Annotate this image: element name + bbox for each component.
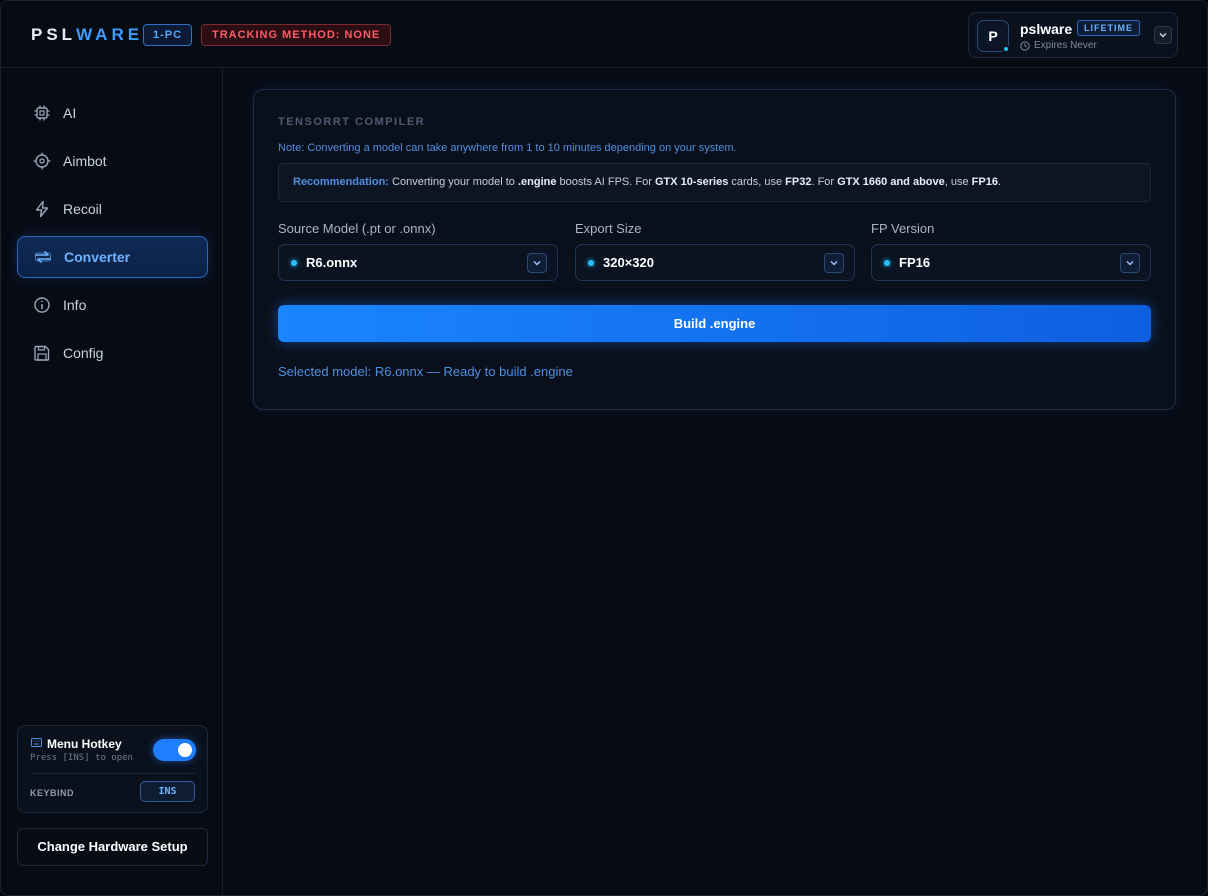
sidebar-item-label: Recoil [63, 201, 102, 217]
chevron-down-icon [1126, 261, 1134, 266]
export-size-label: Export Size [575, 221, 642, 236]
crosshair-icon [33, 152, 51, 170]
dropdown-button[interactable] [1120, 253, 1140, 273]
sidebar-item-label: Info [63, 297, 87, 313]
recommendation-text: cards, use [728, 176, 786, 188]
chevron-down-icon [830, 261, 838, 266]
recommendation-highlight: FP16 [971, 176, 998, 188]
keyboard-icon [31, 738, 42, 747]
fp-version-label: FP Version [871, 221, 935, 236]
brand-text-part2: WARE [76, 25, 144, 44]
cpu-icon [34, 105, 50, 121]
sidebar-item-ai[interactable]: AI [17, 92, 208, 134]
sidebar-item-aimbot[interactable]: Aimbot [17, 140, 208, 182]
sidebar-item-label: AI [63, 105, 77, 121]
build-status-text: Selected model: R6.onnx — Ready to build… [278, 364, 573, 379]
expiry-info: Expires Never [1020, 40, 1097, 51]
sidebar-item-label: Converter [64, 249, 131, 265]
panel-title: TENSORRT COMPILER [278, 116, 426, 128]
dropdown-button[interactable] [527, 253, 547, 273]
hotkey-toggle[interactable] [153, 739, 196, 761]
keybind-button[interactable]: INS [140, 781, 195, 802]
app-window: PSL WARE 1-PC TRACKING METHOD: NONE P psl… [0, 0, 1208, 896]
recommendation-text: . [997, 176, 1002, 188]
chevron-down-icon [533, 261, 541, 266]
recommendation-highlight: .engine [517, 176, 557, 188]
export-size-value: 320×320 [603, 255, 654, 270]
expiry-text: Expires Never [1034, 40, 1097, 51]
info-icon [34, 297, 50, 313]
recommendation-highlight: GTX 1660 and above [837, 176, 945, 188]
sidebar: AI Aimbot Recoil Converter Info Config M… [1, 68, 223, 895]
clock-icon [1020, 40, 1030, 51]
lightning-icon [35, 200, 49, 218]
sidebar-item-config[interactable]: Config [17, 332, 208, 374]
sidebar-item-info[interactable]: Info [17, 284, 208, 326]
brand-text-part1: PSL [31, 25, 77, 44]
keybind-label: KEYBIND [30, 788, 75, 798]
convert-arrows-icon [34, 251, 52, 263]
username: pslware [1020, 21, 1073, 37]
sidebar-item-label: Aimbot [63, 153, 107, 169]
recommendation-highlight: FP32 [785, 176, 812, 188]
change-hardware-button[interactable]: Change Hardware Setup [17, 828, 208, 866]
recommendation-highlight: GTX 10-series [654, 176, 729, 188]
avatar-letter: P [988, 28, 998, 44]
export-size-select[interactable]: 320×320 [575, 244, 855, 281]
user-account-menu[interactable]: P pslware LIFETIME Expires Never [968, 12, 1178, 58]
recommendation-text: boosts AI FPS. For [556, 176, 655, 188]
recommendation-text: . For [811, 176, 838, 188]
brand-logo: PSL WARE [31, 25, 143, 45]
status-dot [884, 259, 890, 266]
status-dot [588, 259, 594, 266]
chevron-down-icon [1159, 32, 1167, 38]
sidebar-item-recoil[interactable]: Recoil [17, 188, 208, 230]
divider [30, 773, 195, 774]
save-disk-icon [34, 345, 50, 361]
plan-badge: LIFETIME [1077, 20, 1140, 36]
hotkey-subtitle: Press [INS] to open [30, 753, 133, 763]
build-engine-button[interactable]: Build .engine [278, 305, 1151, 342]
recommendation-label: Recommendation: [293, 176, 389, 188]
fp-version-value: FP16 [899, 255, 931, 270]
recommendation-text: , use [944, 176, 972, 188]
fp-version-select[interactable]: FP16 [871, 244, 1151, 281]
pc-count-badge: 1-PC [143, 24, 193, 46]
sidebar-item-label: Config [63, 345, 104, 361]
status-dot [291, 259, 297, 266]
menu-hotkey-card: Menu Hotkey Press [INS] to open KEYBIND … [17, 725, 208, 813]
recommendation-box: Recommendation: Converting your model to… [278, 163, 1151, 202]
tracking-method-badge: TRACKING METHOD: NONE [201, 24, 392, 46]
avatar: P [977, 20, 1010, 53]
source-model-label: Source Model (.pt or .onnx) [278, 221, 436, 236]
account-dropdown-button[interactable] [1154, 26, 1172, 44]
source-model-select[interactable]: R6.onnx [278, 244, 558, 281]
online-status-dot [1002, 45, 1010, 53]
source-model-value: R6.onnx [306, 255, 358, 270]
recommendation-text: Converting your model to [388, 176, 518, 188]
conversion-note: Note: Converting a model can take anywhe… [278, 142, 737, 154]
dropdown-button[interactable] [824, 253, 844, 273]
tensorrt-compiler-panel: TENSORRT COMPILER Note: Converting a mod… [253, 89, 1176, 410]
sidebar-item-converter[interactable]: Converter [17, 236, 208, 278]
top-header: PSL WARE 1-PC TRACKING METHOD: NONE P psl… [1, 1, 1207, 68]
toggle-knob [178, 743, 192, 757]
hotkey-title: Menu Hotkey [47, 737, 122, 751]
